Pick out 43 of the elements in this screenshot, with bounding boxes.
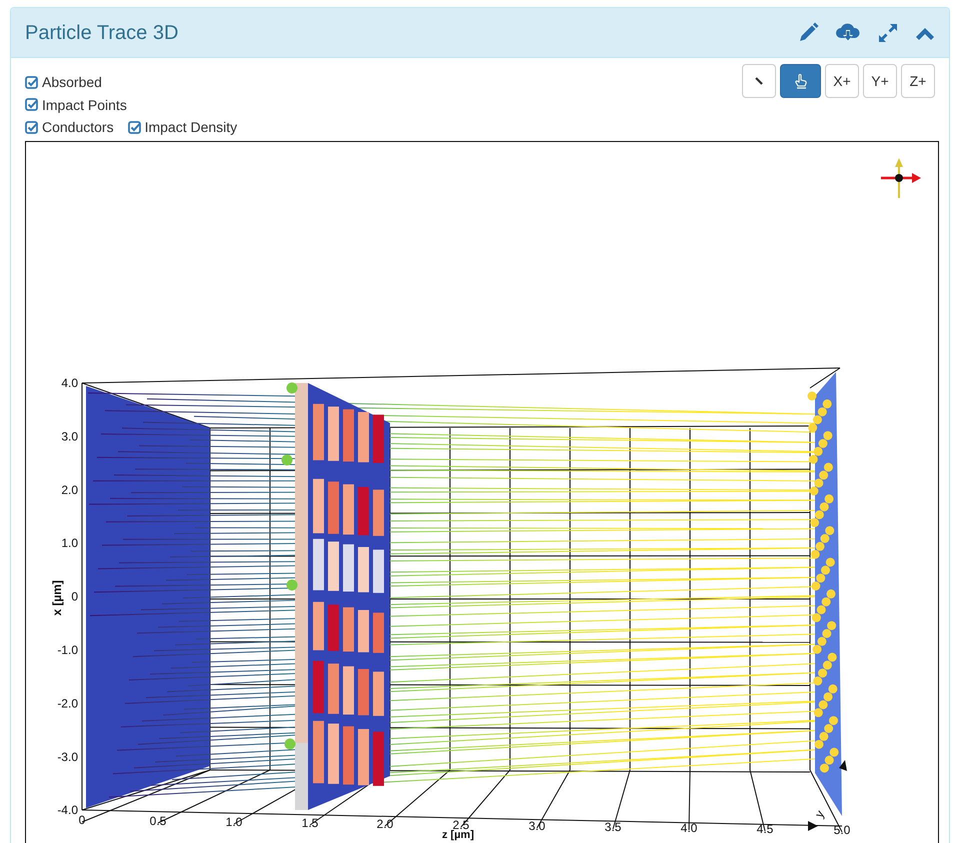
- axis-arrow-icon: [808, 820, 818, 830]
- tick-label: -3.0: [57, 749, 78, 764]
- tick-label: 1.0: [61, 536, 78, 550]
- cloud-download-icon[interactable]: [835, 22, 861, 44]
- checkbox-option[interactable]: Impact Density: [128, 117, 238, 137]
- pencil-icon[interactable]: [797, 22, 819, 44]
- checkbox-option[interactable]: Absorbed: [25, 72, 102, 92]
- view-button[interactable]: Z+: [901, 64, 935, 98]
- checkbox-icon[interactable]: [25, 98, 38, 111]
- checkbox-icon[interactable]: [25, 120, 38, 134]
- checkbox-icon[interactable]: [128, 120, 141, 134]
- view-button[interactable]: X+: [825, 64, 859, 98]
- tick-label: -2.0: [57, 696, 78, 710]
- axis-arrow-icon: [839, 760, 847, 770]
- tick-label: 2.0: [61, 482, 78, 496]
- axis-title: x [µm]: [50, 580, 64, 616]
- axis-title: y: [812, 807, 828, 820]
- tick-label: 3.5: [604, 820, 622, 834]
- tick-label: 1.0: [226, 814, 242, 828]
- tick-label: 4.0: [61, 376, 78, 390]
- tick-label: 0.5: [150, 814, 166, 828]
- tick-label: 5.0: [834, 822, 850, 836]
- tick-label: 2.0: [376, 816, 394, 830]
- tick-label: 4.5: [756, 822, 774, 836]
- expand-icon[interactable]: [877, 22, 899, 44]
- checkbox-option[interactable]: Conductors: [25, 117, 114, 137]
- view-button[interactable]: Y+: [863, 64, 897, 98]
- tick-label: -4.0: [57, 802, 78, 817]
- axes-orientation-icon: [881, 158, 921, 198]
- tick-label: 3.0: [528, 818, 546, 832]
- tick-label: 0: [71, 589, 78, 604]
- axis-title: z [µm]: [442, 828, 474, 840]
- tick-label: 4.0: [680, 820, 698, 834]
- checkbox-option[interactable]: Impact Points: [25, 94, 127, 114]
- tick-label: 2.5: [452, 818, 470, 832]
- tick-label: 1.5: [302, 816, 318, 830]
- tick-label: 3.0: [61, 428, 78, 443]
- hand-icon: [792, 73, 808, 89]
- checkbox-icon[interactable]: [25, 76, 38, 88]
- tick-label: 0: [78, 812, 86, 826]
- pan-button[interactable]: [780, 64, 821, 98]
- panel-title: Particle Trace 3D: [25, 20, 178, 46]
- tick-label: -1.0: [57, 642, 78, 656]
